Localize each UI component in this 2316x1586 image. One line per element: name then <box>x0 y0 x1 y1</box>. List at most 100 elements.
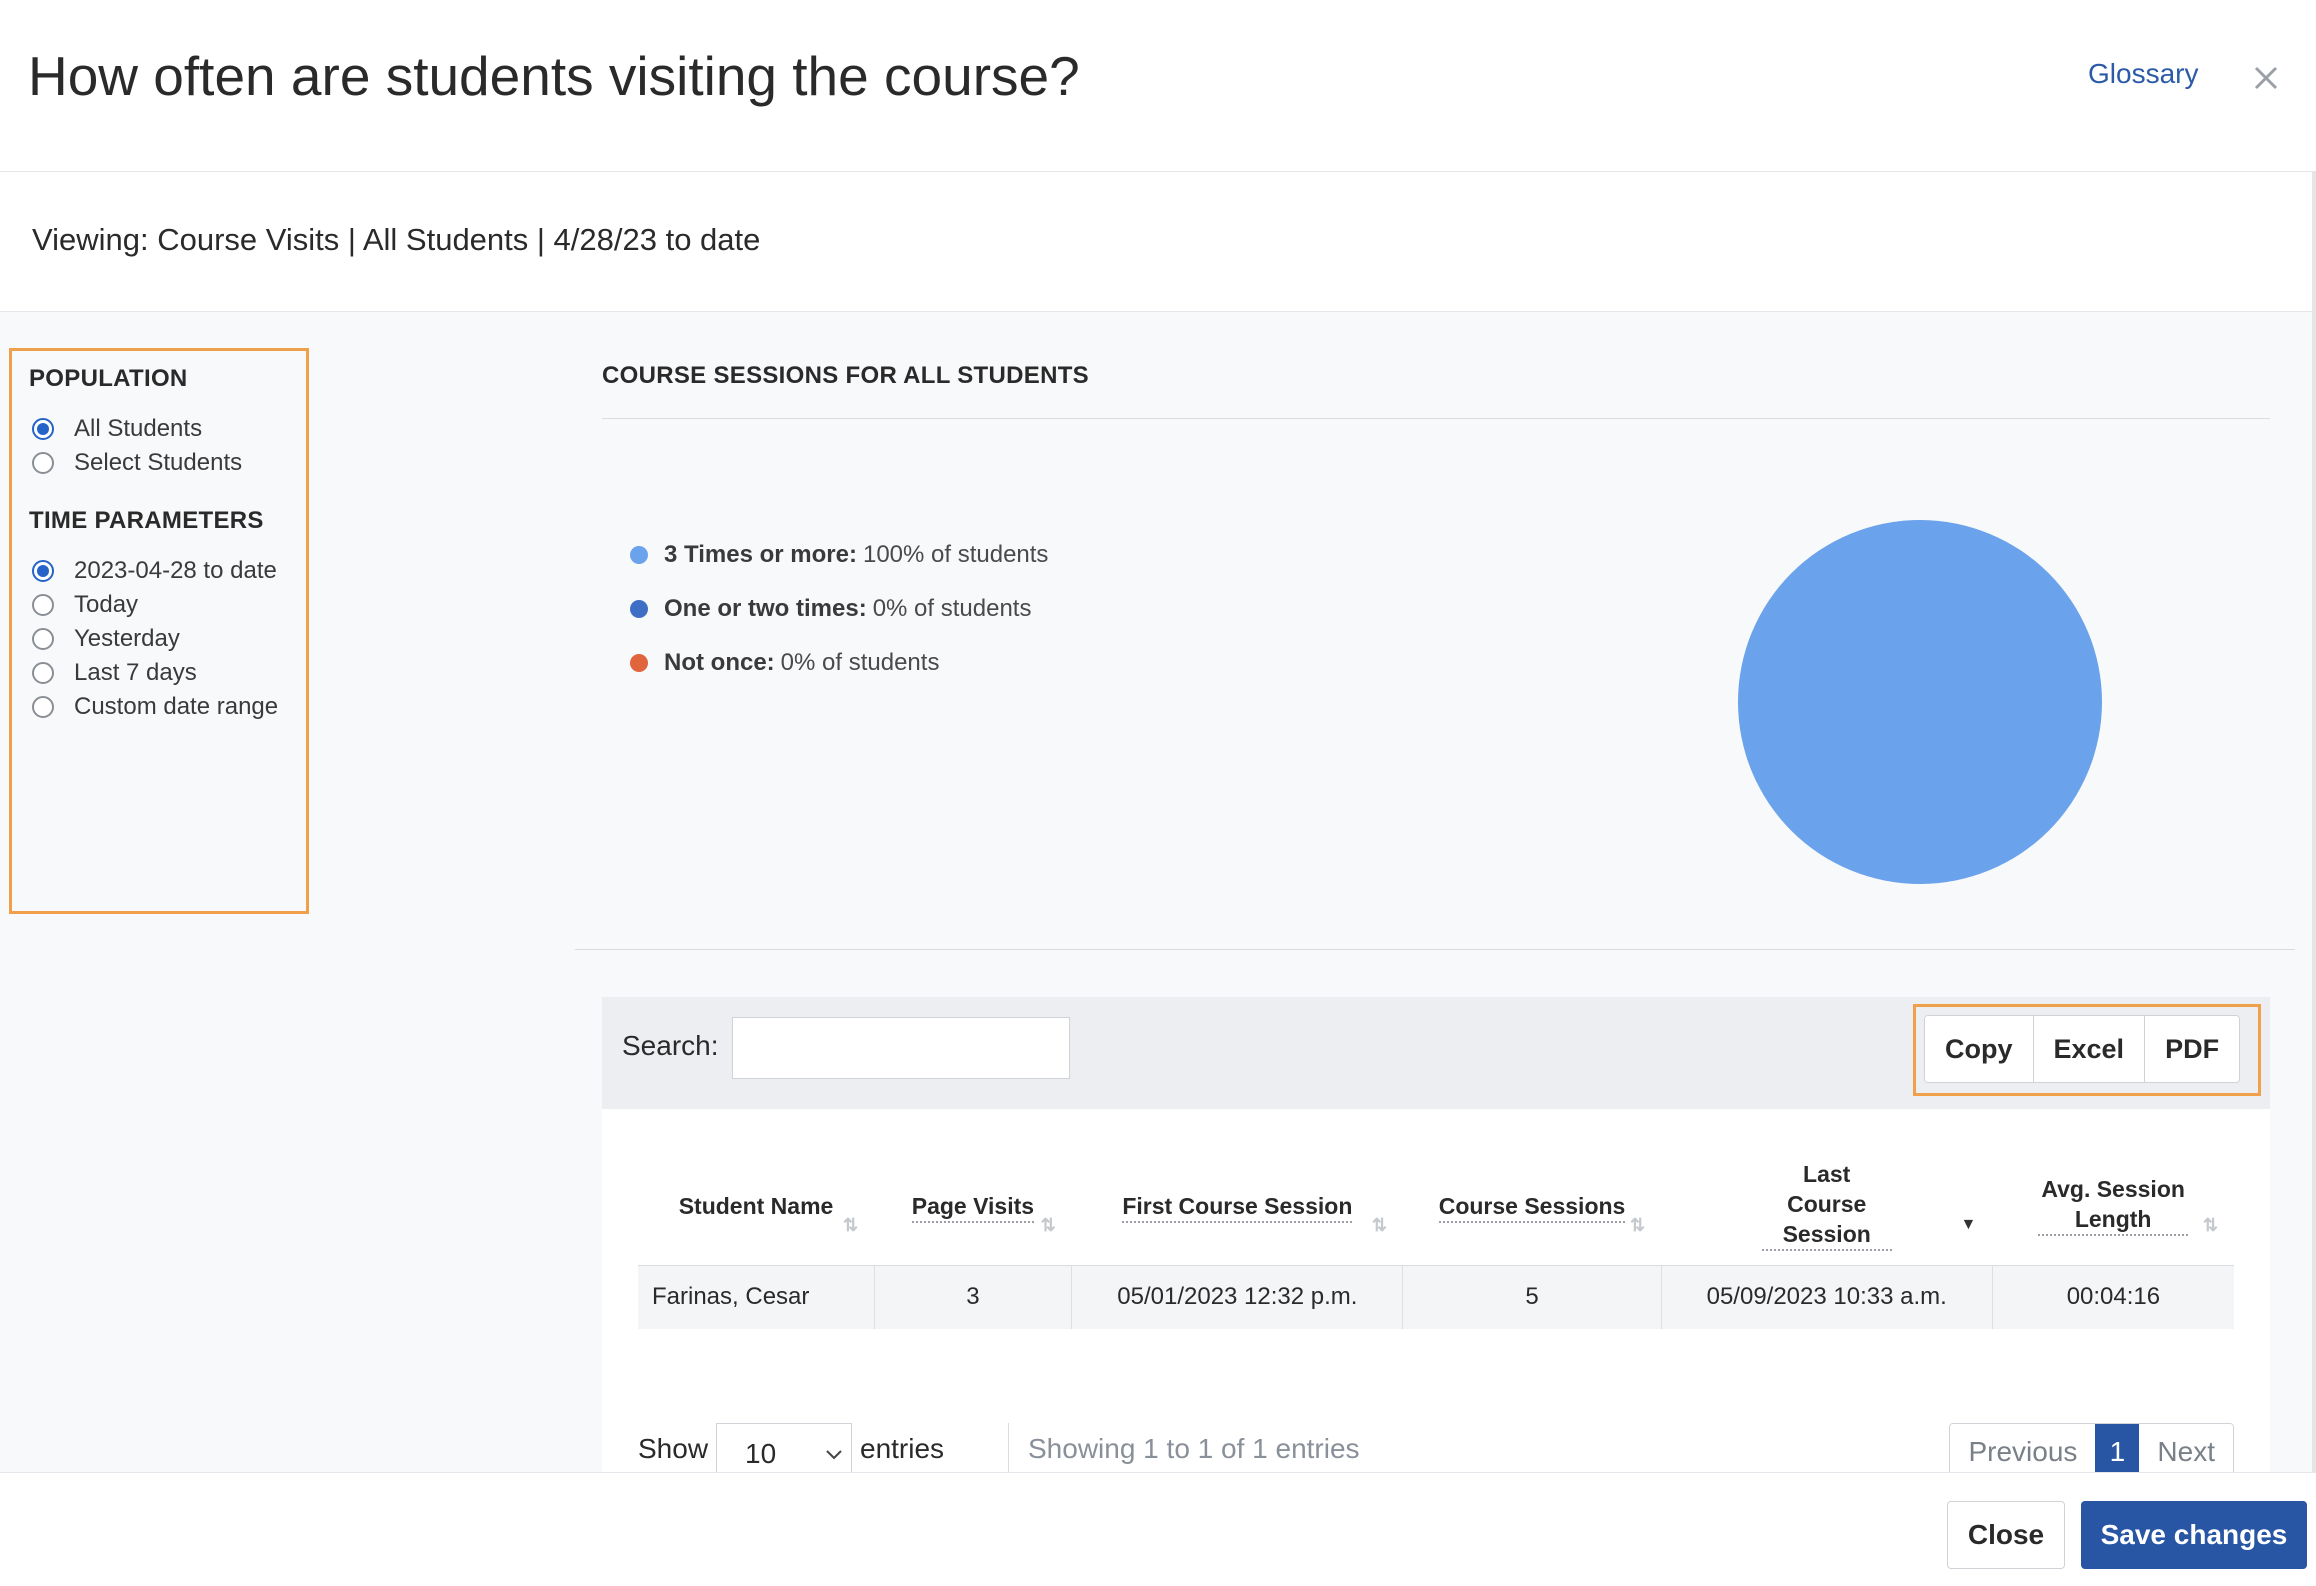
sort-icon: ⇅ <box>1040 1214 1056 1235</box>
radio-today[interactable]: Today <box>32 591 138 619</box>
legend-key: One or two times: <box>664 595 867 622</box>
column-label: Last Course Session <box>1761 1159 1892 1252</box>
modal-footer: Close Save changes <box>0 1472 2316 1586</box>
next-page-button[interactable]: Next <box>2139 1424 2233 1472</box>
table-header-row: Student Name ⇅ Page Visits ⇅ First Cours… <box>638 1147 2234 1266</box>
population-heading: POPULATION <box>29 365 188 392</box>
radio-button[interactable] <box>32 560 54 582</box>
radio-button[interactable] <box>32 418 54 440</box>
column-header-last-course-session[interactable]: Last Course Session ▼ <box>1661 1147 1993 1266</box>
radio-button[interactable] <box>32 594 54 616</box>
previous-page-button[interactable]: Previous <box>1950 1424 2096 1472</box>
cell-avg-session-length: 00:04:16 <box>1992 1265 2234 1329</box>
cell-page-visits: 3 <box>874 1265 1073 1329</box>
radio-last-7-days[interactable]: Last 7 days <box>32 659 197 687</box>
chart-title: COURSE SESSIONS FOR ALL STUDENTS <box>602 362 1089 389</box>
column-header-page-visits[interactable]: Page Visits ⇅ <box>874 1147 1072 1266</box>
export-button-group: Copy Excel PDF <box>1924 1015 2241 1083</box>
cell-course-sessions: 5 <box>1402 1265 1662 1329</box>
table-info: Showing 1 to 1 of 1 entries <box>1028 1433 1360 1464</box>
column-label: Page Visits <box>911 1191 1035 1223</box>
column-header-course-sessions[interactable]: Course Sessions ⇅ <box>1402 1147 1662 1266</box>
radio-since-date[interactable]: 2023-04-28 to date <box>32 557 277 585</box>
modal-title: How often are students visiting the cour… <box>28 45 1080 107</box>
column-label: First Course Session <box>1122 1191 1353 1223</box>
sort-icon: ⇅ <box>2202 1214 2218 1235</box>
sessions-table: Student Name ⇅ Page Visits ⇅ First Cours… <box>638 1147 2234 1329</box>
excel-button[interactable]: Excel <box>2033 1016 2146 1082</box>
page-1-button[interactable]: 1 <box>2095 1424 2140 1472</box>
search-input[interactable] <box>732 1017 1070 1079</box>
legend-swatch <box>630 654 648 672</box>
entries-select[interactable]: 10 <box>716 1423 852 1472</box>
legend-key: 3 Times or more: <box>664 541 857 568</box>
legend-swatch <box>630 600 648 618</box>
legend-value: 100% of students <box>862 541 1049 568</box>
radio-select-students[interactable]: Select Students <box>32 449 242 477</box>
pdf-button[interactable]: PDF <box>2145 1016 2240 1082</box>
legend-item: 3 Times or more: 100% of students <box>630 528 1048 582</box>
legend-value: 0% of students <box>872 595 1032 622</box>
close-button[interactable]: Close <box>1947 1501 2065 1569</box>
column-label: Student Name <box>678 1192 834 1219</box>
sort-icon: ⇅ <box>1371 1214 1387 1235</box>
view-summary-bar: Viewing: Course Visits | All Students | … <box>0 172 2316 312</box>
legend-value: 0% of students <box>780 649 940 676</box>
cell-first-course-session: 05/01/2023 12:32 p.m. <box>1071 1265 1404 1329</box>
cell-student-name: Farinas, Cesar <box>638 1265 875 1329</box>
divider <box>575 949 2295 950</box>
divider <box>1008 1423 1009 1472</box>
legend-item: One or two times: 0% of students <box>630 582 1048 636</box>
time-parameters-heading: TIME PARAMETERS <box>29 507 264 534</box>
radio-button[interactable] <box>32 696 54 718</box>
cell-last-course-session: 05/09/2023 10:33 a.m. <box>1661 1265 1993 1329</box>
radio-button[interactable] <box>32 452 54 474</box>
viewing-summary: Viewing: Course Visits | All Students | … <box>32 222 761 257</box>
radio-label: Custom date range <box>74 693 279 720</box>
radio-yesterday[interactable]: Yesterday <box>32 625 180 653</box>
column-header-first-course-session[interactable]: First Course Session ⇅ <box>1071 1147 1403 1266</box>
radio-label: Last 7 days <box>74 659 197 686</box>
column-header-avg-session-length[interactable]: Avg. Session Length ⇅ <box>1992 1147 2234 1266</box>
pie-slice <box>1738 520 2102 884</box>
close-icon[interactable] <box>2246 58 2286 98</box>
radio-button[interactable] <box>32 662 54 684</box>
show-label: Show <box>638 1433 709 1464</box>
save-changes-button[interactable]: Save changes <box>2081 1501 2307 1569</box>
legend-swatch <box>630 546 648 564</box>
chart-legend: 3 Times or more: 100% of students One or… <box>630 528 1048 690</box>
modal-header: How often are students visiting the cour… <box>0 0 2316 172</box>
entries-label: entries <box>860 1433 945 1464</box>
export-highlight: Copy Excel PDF <box>1913 1004 2261 1096</box>
scrollbar[interactable] <box>2312 172 2316 1472</box>
search-label: Search: <box>622 1030 719 1061</box>
table-footer: Show 10 entries Showing 1 to 1 of 1 entr… <box>638 1423 2234 1472</box>
radio-button[interactable] <box>32 628 54 650</box>
modal-body: POPULATION All Students Select Students … <box>0 312 2312 1472</box>
radio-label: Today <box>74 591 139 618</box>
sort-icon: ⇅ <box>842 1214 859 1235</box>
table-toolbar: Search: Copy Excel PDF <box>602 997 2270 1109</box>
radio-custom-date-range[interactable]: Custom date range <box>32 693 278 721</box>
column-label: Course Sessions <box>1438 1191 1626 1223</box>
entries-value: 10 <box>745 1438 777 1469</box>
sort-icon: ⇅ <box>1630 1214 1646 1235</box>
legend-key: Not once: <box>664 649 775 676</box>
copy-button[interactable]: Copy <box>1925 1016 2034 1082</box>
sort-descending-icon: ▼ <box>1960 1215 1977 1233</box>
pie-chart <box>1738 520 2102 884</box>
radio-label: Yesterday <box>74 625 180 652</box>
pagination: Previous 1 Next <box>1949 1423 2234 1472</box>
legend-item: Not once: 0% of students <box>630 636 1048 690</box>
radio-all-students[interactable]: All Students <box>32 415 202 443</box>
table-row: Farinas, Cesar 3 05/01/2023 12:32 p.m. 5… <box>638 1265 2234 1329</box>
sessions-table-panel: Search: Copy Excel PDF Student Name ⇅ Pa… <box>602 997 2270 1472</box>
column-header-student-name[interactable]: Student Name ⇅ <box>638 1147 875 1266</box>
chevron-down-icon <box>826 1450 842 1460</box>
column-label: Avg. Session Length <box>2038 1174 2189 1237</box>
divider <box>602 418 2270 419</box>
glossary-link[interactable]: Glossary <box>2088 58 2198 90</box>
filter-panel: POPULATION All Students Select Students … <box>9 348 309 914</box>
radio-label: 2023-04-28 to date <box>74 557 277 584</box>
radio-label: All Students <box>74 415 203 442</box>
